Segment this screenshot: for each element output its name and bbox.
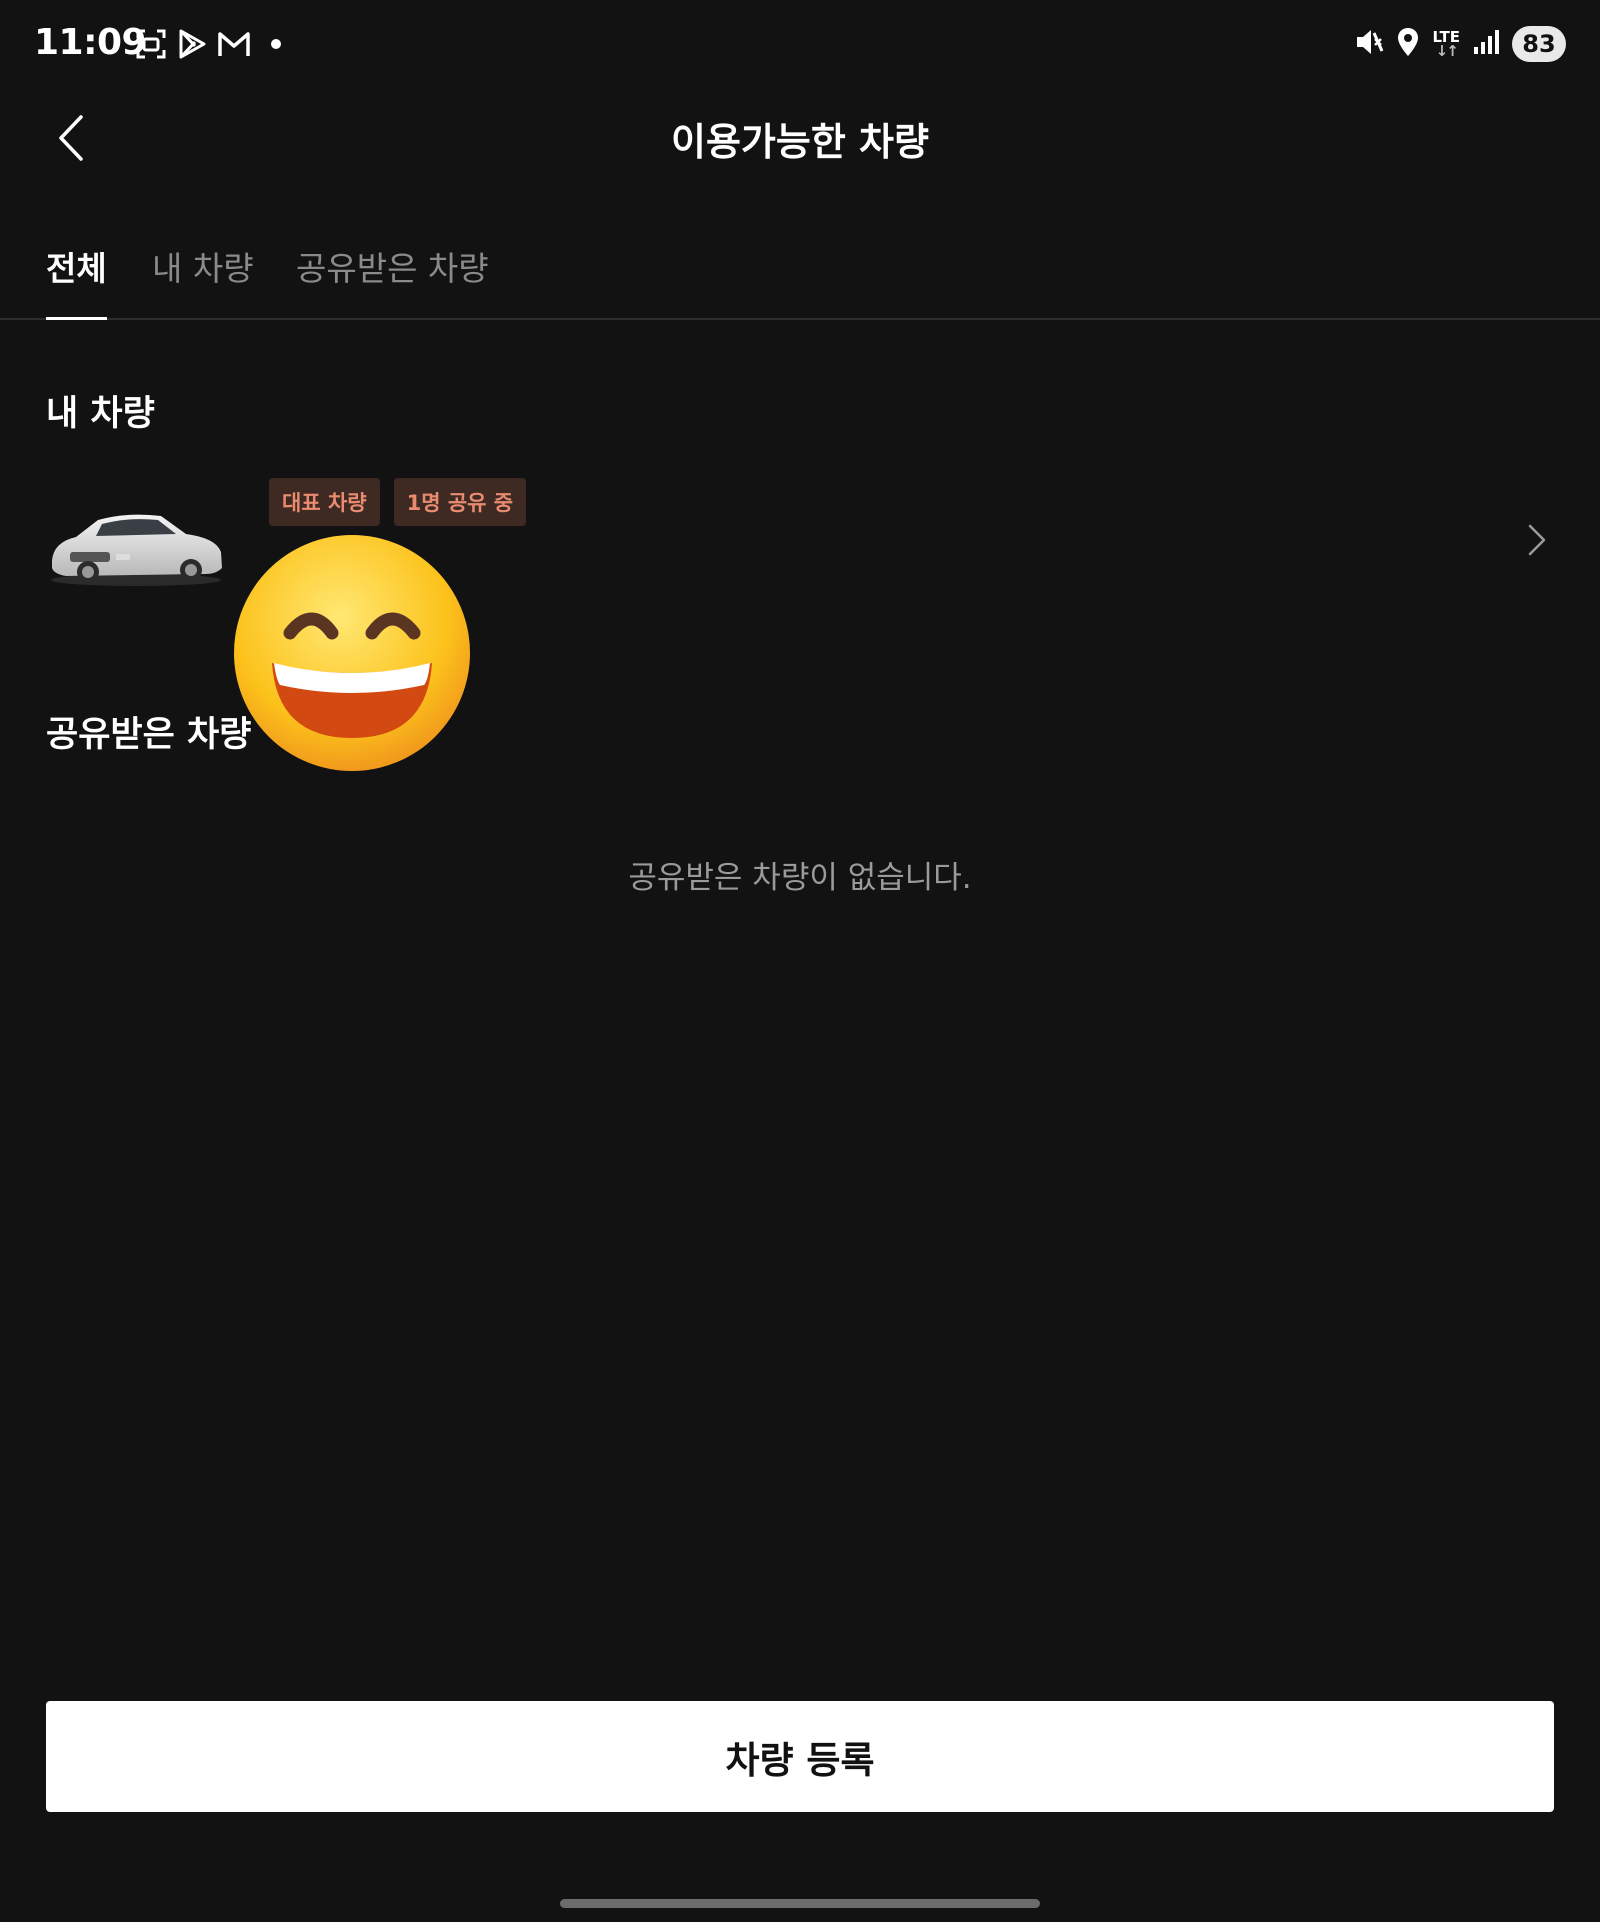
page-title: 이용가능한 차량 (671, 120, 929, 164)
lte-icon: LTE ↓↑ (1432, 28, 1460, 60)
signal-icon (1472, 28, 1500, 60)
location-icon (1396, 27, 1420, 61)
status-icons-right: LTE ↓↑ 83 (1354, 26, 1566, 62)
shared-vehicles-title: 공유받은 차량 (46, 715, 252, 755)
my-vehicles-title: 내 차량 (46, 394, 155, 434)
status-bar: 11:09 LTE ↓↑ 83 (0, 0, 1600, 92)
tab-shared-vehicles[interactable]: 공유받은 차량 (296, 242, 489, 308)
empty-state-message: 공유받은 차량이 없습니다. (628, 860, 972, 896)
representative-vehicle-badge: 대표 차량 (269, 478, 380, 526)
sharing-count-badge: 1명 공유 중 (393, 478, 527, 526)
car-image (51, 514, 222, 586)
gmail-icon (217, 30, 251, 58)
status-time: 11:09 (34, 22, 147, 63)
screenshot-icon (135, 28, 167, 60)
vehicle-badges: 대표 차량 1명 공유 중 (269, 478, 527, 526)
tab-bar: 전체 내 차량 공유받은 차량 (0, 230, 1600, 320)
mute-icon (1354, 27, 1384, 61)
play-store-icon (177, 28, 207, 60)
register-vehicle-button[interactable]: 차량 등록 (46, 1701, 1554, 1812)
tab-my-vehicles[interactable]: 내 차량 (152, 242, 254, 308)
status-icons-left (135, 28, 281, 60)
chevron-right-icon (1528, 524, 1546, 556)
notification-dot-icon (271, 39, 281, 49)
tab-all[interactable]: 전체 (46, 242, 107, 320)
grinning-face-icon (234, 535, 470, 771)
home-indicator[interactable] (560, 1899, 1040, 1908)
battery-indicator: 83 (1512, 26, 1566, 62)
